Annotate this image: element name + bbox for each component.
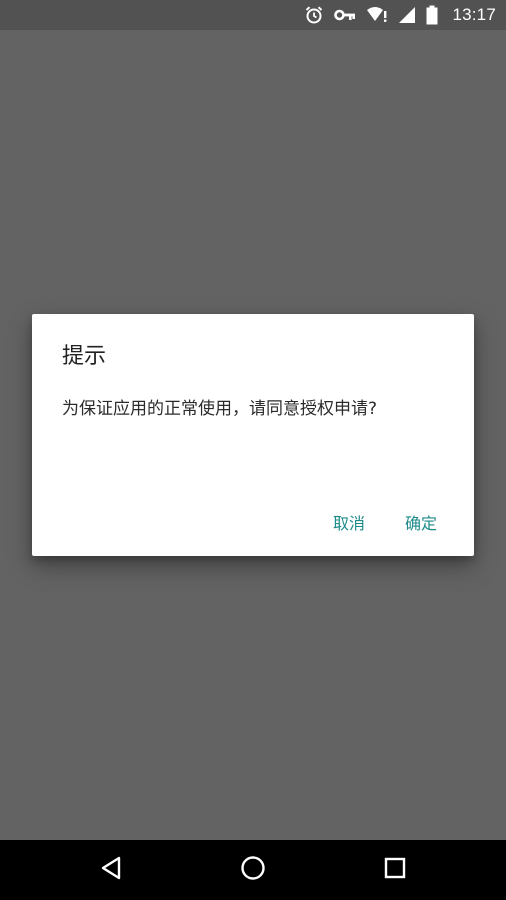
signal-icon <box>398 6 416 24</box>
cancel-button[interactable]: 取消 <box>318 502 380 542</box>
alarm-icon <box>304 5 324 25</box>
recents-button[interactable] <box>365 840 425 900</box>
back-button[interactable] <box>81 840 141 900</box>
home-button[interactable] <box>223 840 283 900</box>
dialog-message: 为保证应用的正常使用，请同意授权申请? <box>62 399 378 419</box>
status-icons: 13:17 <box>304 0 496 30</box>
dialog-actions: 取消 确定 <box>318 502 452 542</box>
permission-dialog: 提示 为保证应用的正常使用，请同意授权申请? 取消 确定 <box>32 314 474 556</box>
dialog-title: 提示 <box>62 344 107 369</box>
status-bar: 13:17 <box>0 0 506 30</box>
recents-icon <box>384 857 406 883</box>
wifi-alert-icon <box>366 6 388 24</box>
navigation-bar <box>0 840 506 900</box>
status-time: 13:17 <box>452 5 496 24</box>
back-icon <box>99 855 123 885</box>
home-icon <box>240 855 266 885</box>
confirm-button[interactable]: 确定 <box>390 502 452 542</box>
vpn-key-icon <box>334 8 356 22</box>
battery-icon <box>426 5 438 25</box>
